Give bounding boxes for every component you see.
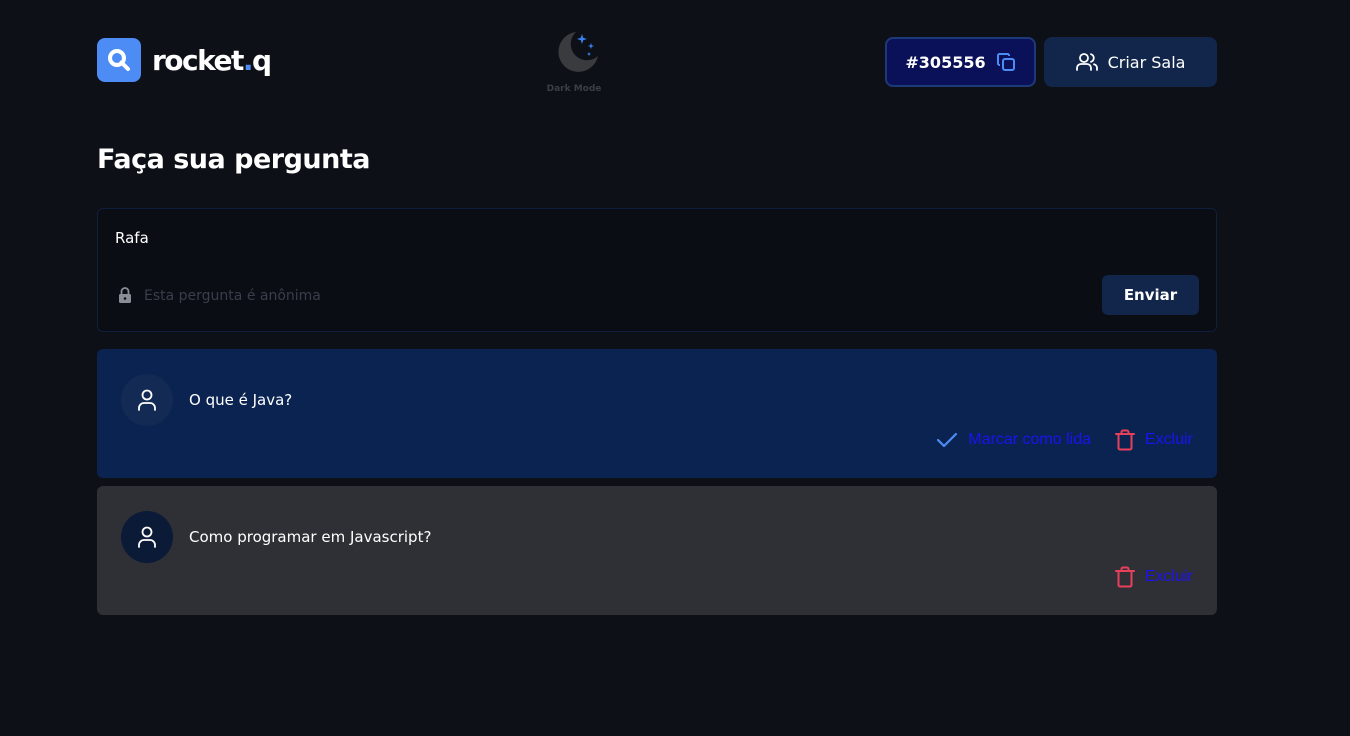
create-room-button[interactable]: Criar Sala bbox=[1044, 37, 1217, 87]
avatar bbox=[121, 374, 173, 426]
delete-label: Excluir bbox=[1144, 568, 1193, 585]
question-card: Como programar em Javascript? Excluir bbox=[97, 486, 1217, 615]
trash-icon bbox=[1114, 566, 1135, 588]
room-code-text: #305556 bbox=[905, 52, 986, 72]
dark-mode-toggle[interactable]: Dark Mode bbox=[544, 26, 604, 98]
anonymous-label: Esta pergunta é anônima bbox=[144, 288, 321, 304]
logo-dot: . bbox=[242, 43, 254, 77]
copy-icon bbox=[996, 53, 1015, 71]
logo-suffix: q bbox=[252, 43, 272, 77]
page-title: Faça sua pergunta bbox=[97, 144, 370, 175]
lock-icon bbox=[119, 287, 131, 303]
question-actions: Excluir bbox=[1114, 566, 1193, 588]
delete-label: Excluir bbox=[1144, 431, 1193, 448]
user-icon bbox=[138, 389, 156, 411]
logo-word: rocket bbox=[152, 43, 244, 77]
dark-mode-label: Dark Mode bbox=[546, 84, 602, 94]
check-icon bbox=[937, 432, 958, 448]
logo-text: rocket.q bbox=[152, 43, 272, 77]
moon-icon bbox=[558, 32, 598, 72]
question-actions: Marcar como lida Excluir bbox=[936, 429, 1193, 451]
send-button[interactable]: Enviar bbox=[1102, 275, 1199, 315]
question-text: O que é Java? bbox=[189, 391, 293, 409]
users-icon bbox=[1075, 53, 1098, 71]
page: rocket.q Dark Mode #305556 Criar Sala Fa… bbox=[0, 0, 1350, 736]
question-text: Como programar em Javascript? bbox=[189, 528, 432, 546]
delete-button[interactable]: Excluir bbox=[1114, 429, 1193, 451]
create-room-label: Criar Sala bbox=[1107, 52, 1186, 72]
trash-icon bbox=[1114, 429, 1135, 451]
logo-badge bbox=[97, 38, 141, 82]
avatar bbox=[121, 511, 173, 563]
logo[interactable]: rocket.q bbox=[97, 38, 272, 82]
user-icon bbox=[138, 526, 156, 548]
question-form: Rafa Esta pergunta é anônima Enviar bbox=[97, 208, 1217, 332]
room-code-button[interactable]: #305556 bbox=[885, 37, 1036, 87]
delete-button[interactable]: Excluir bbox=[1114, 566, 1193, 588]
question-card: O que é Java? Marcar como lida Excluir bbox=[97, 349, 1217, 478]
mark-read-label: Marcar como lida bbox=[968, 431, 1091, 448]
question-input[interactable]: Rafa bbox=[115, 229, 149, 247]
search-icon bbox=[108, 49, 130, 71]
mark-read-button[interactable]: Marcar como lida bbox=[936, 431, 1091, 449]
